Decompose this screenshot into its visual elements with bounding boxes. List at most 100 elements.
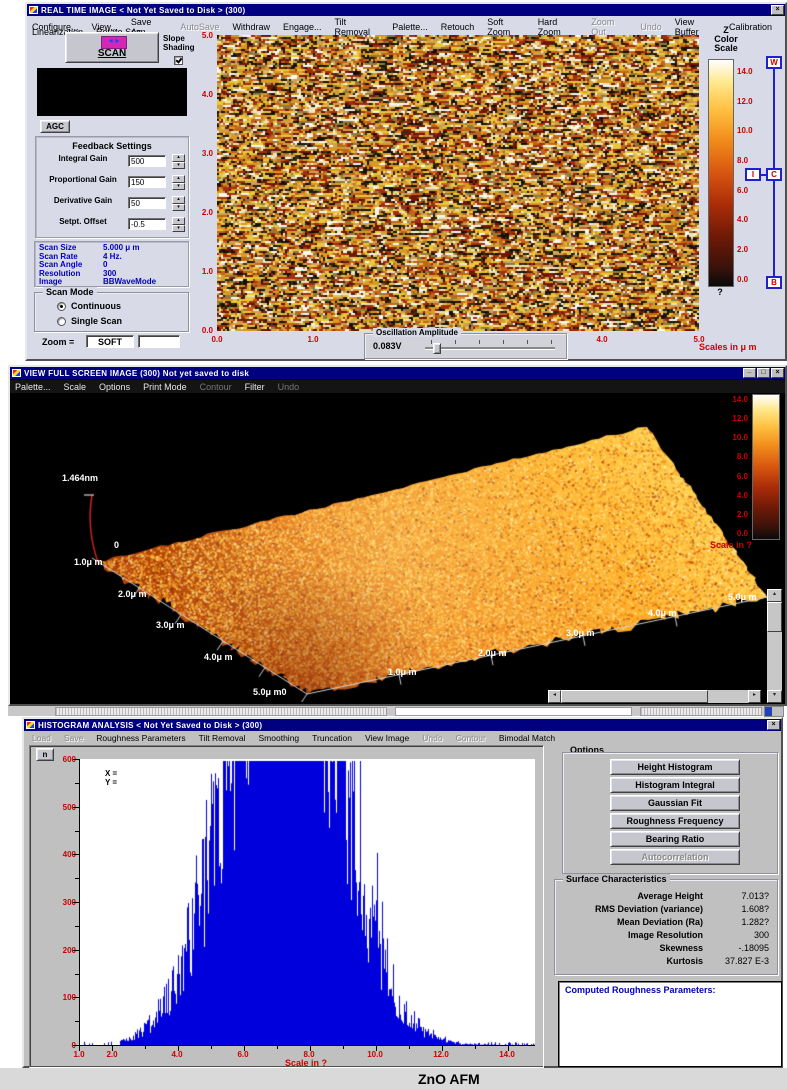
z-scale-tick: 10.0 [737,126,753,135]
oscillation-slider-track[interactable] [425,347,555,349]
white-level-handle[interactable]: W [766,56,782,69]
setpoint-offset-spinner[interactable] [172,217,185,232]
menu-options[interactable]: Options [99,382,130,392]
hist-x-tick: 4.0 [163,1050,191,1059]
left-axis-label: 2.0μ m [118,589,147,599]
menu-palette[interactable]: Palette... [15,382,51,392]
proportional-gain-input[interactable]: 150 [128,176,166,188]
menu-undo: Undo [422,733,442,743]
setpoint-offset-input[interactable]: -0.5 [128,218,166,230]
menu-smoothing[interactable]: Smoothing [259,733,300,743]
proportional-gain-spinner[interactable] [172,175,185,190]
page: REAL TIME IMAGE < Not Yet Saved to Disk … [0,0,787,1090]
right-axis-label: 4.0μ m [648,608,677,618]
axis-tick [178,1046,179,1051]
z-scale-tick: 6.0 [737,186,748,195]
close-icon[interactable] [771,5,784,15]
menu-roughness-parameters[interactable]: Roughness Parameters [96,733,185,743]
single-scan-radio[interactable] [57,317,66,326]
axis-tick [73,759,79,760]
menu-bimodal-match[interactable]: Bimodal Match [499,733,555,743]
3d-view-titlebar[interactable]: VIEW FULL SCREEN IMAGE (300) Not yet sav… [10,367,785,379]
figure-caption: ZnO AFM [418,1071,480,1087]
histogram-plot-area[interactable]: X = Y = [79,759,535,1046]
z-scale-tick: 2.0 [737,245,748,254]
derivative-gain-input[interactable]: 50 [128,197,166,209]
menu-print-mode[interactable]: Print Mode [143,382,187,392]
3d-surface-canvas[interactable] [62,400,772,702]
oscillation-slider-thumb[interactable] [433,343,441,354]
maximize-icon[interactable] [757,368,770,378]
zoom-label: Zoom = [42,337,74,347]
image-mode-value: BBWaveMode [103,278,156,287]
y-tick: 1.0 [185,267,213,276]
hist-x-tick: 2.0 [98,1050,126,1059]
histogram-titlebar[interactable]: HISTOGRAM ANALYSIS < Not Yet Saved to Di… [24,719,781,731]
minimize-icon[interactable] [743,368,756,378]
histogram-integral-button[interactable]: Histogram Integral [610,777,740,793]
scroll-left-icon[interactable] [548,690,561,703]
spin-down-icon[interactable] [172,183,185,191]
scroll-right-icon[interactable] [748,690,761,703]
scroll-down-icon[interactable] [767,690,782,703]
scroll-up-icon[interactable] [767,589,782,602]
intensity-handle[interactable]: I [745,168,761,181]
integral-gain-input[interactable]: 500 [128,155,166,167]
window-3d-view: VIEW FULL SCREEN IMAGE (300) Not yet sav… [8,365,787,706]
spin-down-icon[interactable] [172,225,185,233]
gaussian-fit-button[interactable]: Gaussian Fit [610,795,740,811]
horizontal-scrollbar-thumb[interactable] [561,690,708,703]
y-tick: 4.0 [185,90,213,99]
close-icon[interactable] [771,368,784,378]
histogram-canvas [80,759,535,1045]
stat-label: RMS Deviation (variance) [559,903,703,916]
image-mode-label: Image [39,278,103,287]
cbar-tick: 4.0 [704,491,748,500]
close-icon[interactable] [767,720,780,730]
bearing-ratio-button[interactable]: Bearing Ratio [610,831,740,847]
spin-up-icon[interactable] [172,196,185,204]
z-color-scale-title: Z Color Scale [702,26,750,53]
menu-tilt-removal[interactable]: Tilt Removal [199,733,246,743]
spin-up-icon[interactable] [172,217,185,225]
menu-truncation[interactable]: Truncation [312,733,352,743]
cbar-tick: 10.0 [704,433,748,442]
spin-down-icon[interactable] [172,204,185,212]
contrast-handle[interactable]: C [766,168,782,181]
menu-filter[interactable]: Filter [245,382,265,392]
axis-tick [79,1046,80,1051]
cbar-tick: 8.0 [704,452,748,461]
spin-up-icon[interactable] [172,154,185,162]
scan-info-panel: Scan Size5.000 μ m Scan Rate4 Hz. Scan A… [34,241,189,287]
stat-label: Image Resolution [559,929,703,942]
black-level-handle[interactable]: B [766,276,782,289]
horizontal-scrollbar[interactable] [548,690,761,703]
scan-image-canvas[interactable] [217,35,699,331]
roughness-frequency-button[interactable]: Roughness Frequency [610,813,740,829]
slope-shading-checkbox[interactable] [174,56,183,65]
hist-x-tick: 10.0 [361,1050,389,1059]
background-scrollbar-segment [640,707,762,716]
autocorrelation-button: Autocorrelation [610,849,740,865]
realtime-titlebar[interactable]: REAL TIME IMAGE < Not Yet Saved to Disk … [27,4,785,16]
integral-gain-spinner[interactable] [172,154,185,169]
spin-down-icon[interactable] [172,162,185,170]
surface-characteristics-group: Surface Characteristics Average Height7.… [554,879,778,975]
stat-label: Average Height [559,890,703,903]
menu-view-image[interactable]: View Image [365,733,409,743]
vertical-scrollbar-thumb[interactable] [767,602,782,632]
integral-gain-label: Integral Gain [40,154,126,172]
scan-button[interactable]: ◄► SCAN [65,32,159,63]
derivative-gain-spinner[interactable] [172,196,185,211]
height-histogram-button[interactable]: Height Histogram [610,759,740,775]
agc-button[interactable]: AGC [40,120,70,133]
menu-scale[interactable]: Scale [64,382,87,392]
axis-tick [343,1046,344,1049]
spin-up-icon[interactable] [172,175,185,183]
window-realtime-image: REAL TIME IMAGE < Not Yet Saved to Disk … [25,2,787,361]
zoom-value-field[interactable] [138,335,180,348]
continuous-radio[interactable] [57,302,66,311]
single-scan-label: Single Scan [71,316,122,326]
zoom-mode-button[interactable]: SOFT [86,335,134,348]
vertical-scrollbar[interactable] [767,589,782,703]
